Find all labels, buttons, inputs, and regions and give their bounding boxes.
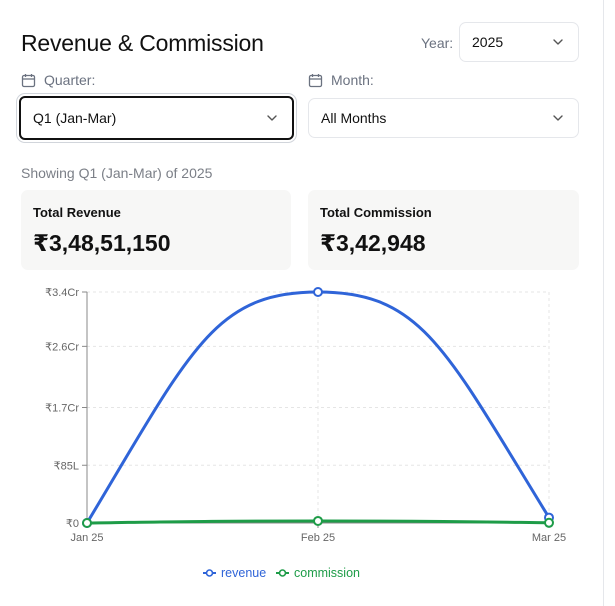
legend-label-revenue: revenue — [221, 566, 266, 580]
data-point-commission — [544, 517, 554, 528]
calendar-icon — [21, 73, 36, 87]
legend-marker-revenue — [205, 569, 214, 577]
year-select[interactable]: 2025 — [459, 22, 579, 62]
month-label-text: Month: — [331, 72, 374, 88]
quarter-label-text: Quarter: — [44, 72, 96, 88]
total-commission-card: Total Commission ₹3,42,948 — [308, 190, 579, 270]
chevron-down-icon — [553, 115, 563, 121]
x-tick-label: Jan 25 — [70, 532, 103, 544]
y-tick-label: ₹85L — [54, 460, 79, 472]
month-select-value: All Months — [321, 110, 387, 126]
showing-summary-text: Showing Q1 (Jan-Mar) of 2025 — [21, 165, 213, 181]
total-revenue-label: Total Revenue — [33, 205, 121, 220]
y-tick-label: ₹2.6Cr — [45, 341, 79, 353]
month-select[interactable]: All Months — [308, 98, 579, 138]
total-revenue-card: Total Revenue ₹3,48,51,150 — [21, 190, 291, 270]
line-chart: ₹0 ₹85L ₹1.7Cr ₹2.6Cr ₹3.4Cr Jan 25 Feb 25 Mar … — [45, 287, 566, 580]
x-tick-label: Mar 25 — [532, 532, 566, 544]
chevron-down-icon — [267, 115, 277, 121]
legend-label-commission: commission — [294, 566, 360, 580]
revenue-commission-panel: Revenue & Commission Year: 2025 Quarter:… — [0, 0, 604, 606]
quarter-select[interactable]: Q1 (Jan-Mar) — [19, 96, 294, 140]
month-label: Month: — [308, 72, 374, 88]
x-tick-label: Feb 25 — [301, 532, 335, 544]
data-point-revenue — [313, 287, 323, 297]
year-select-value: 2025 — [472, 34, 504, 50]
chevron-down-icon — [553, 39, 563, 45]
revenue-commission-chart: ₹0 ₹85L ₹1.7Cr ₹2.6Cr ₹3.4Cr Jan 25 Feb 25 Mar … — [0, 280, 604, 600]
y-tick-label: ₹0 — [66, 518, 79, 530]
total-commission-value: ₹3,42,948 — [320, 230, 426, 256]
total-commission-label: Total Commission — [320, 205, 432, 220]
calendar-icon — [308, 73, 323, 87]
year-label: Year: — [421, 35, 454, 51]
quarter-select-value: Q1 (Jan-Mar) — [33, 110, 117, 126]
data-point-commission — [82, 518, 92, 528]
y-tick-label: ₹3.4Cr — [45, 287, 79, 299]
legend-marker-commission — [278, 569, 287, 577]
y-tick-label: ₹1.7Cr — [45, 403, 79, 415]
total-revenue-value: ₹3,48,51,150 — [33, 230, 171, 256]
data-point-commission — [313, 515, 323, 526]
page-title: Revenue & Commission — [21, 30, 264, 56]
quarter-label: Quarter: — [21, 72, 95, 88]
